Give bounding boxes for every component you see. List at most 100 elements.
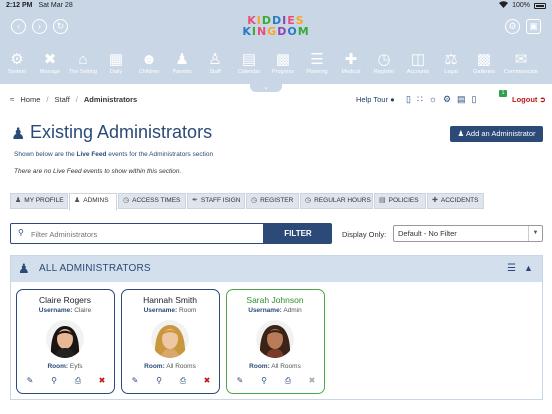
- print-icon[interactable]: ⎙: [281, 376, 295, 386]
- logo-line-2: KINGDOM: [242, 25, 310, 38]
- admin-card: Claire Rogers Username: Claire Room: Eyf…: [16, 289, 115, 394]
- filter-input[interactable]: [31, 227, 261, 241]
- app-header: ‹ › ↻ KIDDIES KINGDOM ⚙ ▣: [0, 11, 552, 48]
- help-tour-label: Help Tour: [356, 95, 388, 104]
- username-value: Admin: [283, 307, 302, 314]
- search-icon[interactable]: ⚲: [47, 376, 61, 386]
- breadcrumb-current: Administrators: [83, 95, 138, 104]
- forward-icon[interactable]: ›: [32, 19, 47, 34]
- breadcrumb-home[interactable]: Home: [20, 95, 40, 104]
- chevron-up-icon[interactable]: ▲: [524, 263, 533, 273]
- add-administrator-label: Add an Administrator: [465, 129, 536, 138]
- tab-admins[interactable]: ♟ ADMINS: [69, 193, 117, 211]
- delete-icon[interactable]: ✖: [95, 376, 109, 386]
- nav-manage[interactable]: ✖ Manage: [34, 50, 66, 76]
- room-label: Room:: [249, 363, 270, 370]
- search-icon[interactable]: ⚲: [152, 376, 166, 386]
- nav-parents[interactable]: ♟ Parents: [166, 50, 198, 76]
- search-icon[interactable]: ⚲: [257, 376, 271, 386]
- edit-icon[interactable]: ✎: [23, 376, 37, 386]
- help-tour-button[interactable]: Help Tour ●: [356, 95, 395, 104]
- settings-icon[interactable]: ⚙: [505, 19, 520, 34]
- livefeed-description: Shown below are the Live Feed events for…: [14, 151, 213, 158]
- nav-staff[interactable]: ♙ Staff: [199, 50, 231, 76]
- tab-my-profile[interactable]: ♟ MY PROFILE: [10, 193, 68, 209]
- display-only-value: Default - No Filter: [398, 229, 457, 238]
- nav-calendar[interactable]: ▤ Calendar: [233, 50, 265, 76]
- panel-header: ♟ ALL ADMINISTRATORS ☰ ▲: [11, 256, 542, 282]
- folder-icon[interactable]: ▤: [457, 94, 466, 105]
- nav-children[interactable]: ☻ Children: [133, 50, 165, 76]
- edit-icon[interactable]: ✎: [128, 376, 142, 386]
- nav-galleries[interactable]: ▩ Galleries: [468, 50, 500, 76]
- back-icon[interactable]: ‹: [11, 19, 26, 34]
- nav-legal[interactable]: ⚖ Legal: [435, 50, 467, 76]
- sun-icon[interactable]: ☼: [429, 94, 437, 105]
- nav-progress[interactable]: ▩ Progress: [267, 50, 299, 76]
- logout-link[interactable]: Logout ➲: [512, 95, 546, 104]
- print-icon[interactable]: ⎙: [71, 376, 85, 386]
- page-title: Existing Administrators: [30, 122, 213, 142]
- room-value: All Rooms: [166, 363, 196, 370]
- print-icon[interactable]: ⎙: [176, 376, 190, 386]
- nav-communicate[interactable]: ✉ Communicate: [502, 50, 540, 76]
- tab-register[interactable]: ◷ REGISTER: [246, 193, 299, 209]
- username-label: Username:: [248, 307, 282, 314]
- status-date: Sat Mar 28: [38, 2, 73, 9]
- tab-policies[interactable]: ▤ POLICIES: [374, 193, 426, 209]
- battery-icon: [534, 2, 546, 9]
- tab-access-times[interactable]: ◷ ACCESS TIMES: [118, 193, 186, 209]
- calendar-icon: ▤: [241, 51, 257, 68]
- tab-label: POLICIES: [388, 197, 419, 204]
- notes-icon[interactable]: ▯: [406, 94, 411, 105]
- delete-icon[interactable]: ✖: [200, 376, 214, 386]
- logout-label: Logout: [512, 95, 538, 104]
- gear-icon: ⚙: [10, 51, 24, 68]
- nav-planning[interactable]: ☰ Planning: [301, 50, 333, 76]
- nav-register[interactable]: ◷ Register: [368, 50, 400, 76]
- nav-daily[interactable]: ▦ Daily: [100, 50, 132, 76]
- display-only-label: Display Only:: [342, 230, 387, 239]
- main-nav: ⚙ System ✖ Manage ⌂ The Setting ▦ Daily …: [0, 48, 552, 84]
- nav-accounts[interactable]: ◫ Accounts: [402, 50, 434, 76]
- hours-icon: ◷: [305, 197, 312, 204]
- parents-icon: ♟: [175, 51, 189, 68]
- nav-system[interactable]: ⚙ System: [1, 50, 33, 76]
- no-events-message: There are no Live Feed events to show wi…: [14, 168, 182, 175]
- username-label: Username:: [143, 307, 178, 314]
- status-right: 100%: [499, 1, 546, 10]
- inbox-icon[interactable]: ▯: [472, 94, 477, 105]
- collapse-nav-toggle[interactable]: ⌄: [250, 84, 282, 92]
- avatar: [256, 320, 294, 358]
- clock-icon: ◷: [377, 51, 391, 68]
- user-icon: ♟: [18, 261, 30, 276]
- breadcrumb-staff[interactable]: Staff: [55, 95, 70, 104]
- nav-the-setting[interactable]: ⌂ The Setting: [67, 50, 99, 76]
- add-administrator-button[interactable]: ♟ Add an Administrator: [450, 126, 543, 142]
- admin-room: Room: All Rooms: [227, 363, 323, 370]
- tab-accidents[interactable]: ✚ ACCIDENTS: [427, 193, 484, 209]
- tab-label: ACCIDENTS: [440, 197, 479, 204]
- tab-label: ADMINS: [83, 197, 109, 204]
- avatar: [46, 320, 84, 358]
- filter-button[interactable]: FILTER: [264, 223, 332, 244]
- list-menu-icon[interactable]: ☰: [507, 263, 516, 274]
- sign-icon: ✒: [192, 197, 198, 204]
- tab-regular-hours[interactable]: ◷ REGULAR HOURS: [300, 193, 373, 209]
- settings-icon[interactable]: ⚙: [443, 94, 451, 105]
- refresh-icon[interactable]: ↻: [53, 19, 68, 34]
- edit-icon[interactable]: ✎: [233, 376, 247, 386]
- admin-actions: ✎ ⚲ ⎙ ✖: [233, 376, 319, 386]
- display-only-select[interactable]: Default - No Filter ▼: [393, 225, 543, 242]
- medical-icon: ✚: [344, 51, 358, 68]
- grid-icon[interactable]: ∷: [417, 94, 423, 105]
- admin-icon: ♟: [457, 129, 465, 138]
- window-icon[interactable]: ▣: [526, 19, 541, 34]
- tab-staff-isign[interactable]: ✒ STAFF ISIGN: [187, 193, 245, 209]
- admin-icon: ♟: [11, 126, 26, 143]
- admin-card-current: Sarah Johnson Username: Admin Room: All …: [226, 289, 325, 394]
- admin-name: Sarah Johnson: [246, 295, 304, 305]
- nav-medical[interactable]: ✚ Medical: [335, 50, 367, 76]
- chevron-down-icon: ⌄: [263, 84, 269, 91]
- breadcrumb-separator: /: [46, 95, 49, 104]
